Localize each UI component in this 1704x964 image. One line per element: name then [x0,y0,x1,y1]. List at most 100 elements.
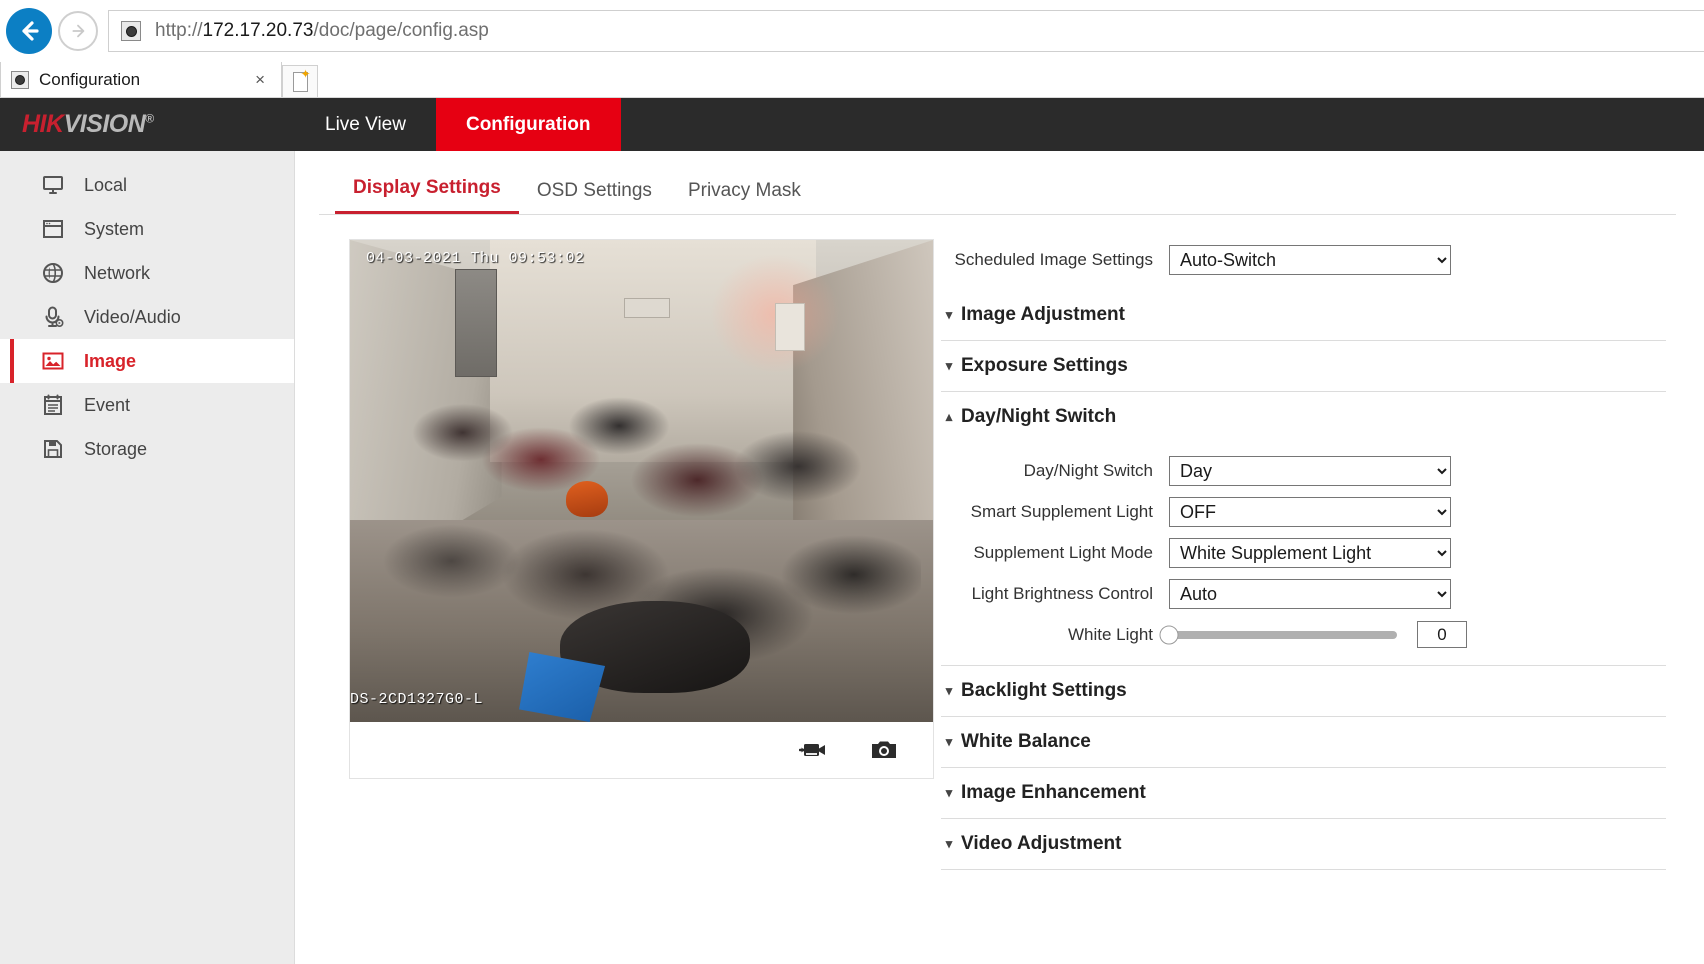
white-light-label: White Light [941,625,1169,645]
white-light-slider-thumb[interactable] [1160,625,1179,644]
chevron-up-icon: ▴ [941,409,957,425]
address-bar[interactable]: http://172.17.20.73/doc/page/config.asp [108,10,1704,52]
supplement-light-mode-select[interactable]: White Supplement Light [1169,538,1451,568]
logo-vision-text: VISION [64,110,146,138]
sidebar-item-network[interactable]: Network [0,251,294,295]
nav-item-configuration[interactable]: Configuration [436,98,621,151]
section-header-video-adjustment[interactable]: ▾ Video Adjustment [941,819,1666,870]
day-night-switch-body: Day/Night Switch Day Smart Supplement Li… [941,442,1666,666]
sidebar: Local System Network Video/Audio Image [0,151,295,964]
light-brightness-control-row: Light Brightness Control Auto [941,573,1666,614]
address-bar-text: http://172.17.20.73/doc/page/config.asp [155,20,489,42]
tab-favicon-icon [11,71,29,89]
record-video-icon[interactable] [799,739,829,761]
chevron-down-icon: ▾ [941,785,957,801]
sidebar-item-system[interactable]: System [0,207,294,251]
app-nav: Live View Configuration [295,98,621,151]
floppy-disk-icon [40,436,66,462]
light-brightness-control-select[interactable]: Auto [1169,579,1451,609]
picture-icon [40,348,66,374]
chevron-down-icon: ▾ [941,734,957,750]
sidebar-item-label: Video/Audio [84,307,181,328]
video-timestamp-overlay: 04-03-2021 Thu 09:53:02 [366,250,585,267]
preview-toolbar [350,722,933,778]
microphone-icon [40,304,66,330]
globe-icon [40,260,66,286]
content-area: Display Settings OSD Settings Privacy Ma… [295,151,1704,964]
section-header-backlight-settings[interactable]: ▾ Backlight Settings [941,666,1666,717]
settings-tab-bar: Display Settings OSD Settings Privacy Ma… [319,151,1676,215]
section-title: Image Enhancement [961,782,1146,804]
chevron-down-icon: ▾ [941,358,957,374]
section-title: White Balance [961,731,1091,753]
calendar-icon [40,392,66,418]
sidebar-item-storage[interactable]: Storage [0,427,294,471]
sidebar-item-label: Local [84,175,127,196]
sidebar-item-local[interactable]: Local [0,163,294,207]
chevron-down-icon: ▾ [941,836,957,852]
white-light-row: White Light 0 [941,614,1666,655]
sidebar-item-image[interactable]: Image [0,339,294,383]
preview-column: 04-03-2021 Thu 09:53:02 DS-2CD1327G0-L [319,239,909,870]
browser-chrome: http://172.17.20.73/doc/page/config.asp … [0,0,1704,98]
white-light-value-input[interactable]: 0 [1417,621,1467,648]
scene-helmet [566,481,608,517]
site-favicon-icon [121,21,141,41]
section-title: Exposure Settings [961,355,1128,377]
white-light-slider[interactable] [1169,631,1397,639]
video-camera-model-overlay: DS-2CD1327G0-L [350,691,483,708]
monitor-icon [40,172,66,198]
new-tab-button[interactable]: ✦ [282,65,318,97]
back-arrow-icon[interactable] [6,8,52,54]
settings-column: Scheduled Image Settings Auto-Switch ▾ I… [909,239,1676,870]
section-header-image-adjustment[interactable]: ▾ Image Adjustment [941,290,1666,341]
day-night-switch-row: Day/Night Switch Day [941,450,1666,491]
scene-door [455,269,497,377]
day-night-switch-label: Day/Night Switch [941,461,1169,481]
app-header: HIKVISION® Live View Configuration [0,98,1704,151]
sidebar-item-label: Network [84,263,150,284]
logo-hik-text: HIK [22,110,64,138]
sidebar-item-label: Storage [84,439,147,460]
smart-supplement-light-select[interactable]: OFF [1169,497,1451,527]
close-icon[interactable]: × [249,70,271,90]
sidebar-item-event[interactable]: Event [0,383,294,427]
smart-supplement-light-label: Smart Supplement Light [941,502,1169,522]
sidebar-item-label: Image [84,351,136,372]
browser-tab-strip: Configuration × ✦ [0,62,1704,98]
nav-item-live-view[interactable]: Live View [295,98,436,151]
scheduled-image-settings-row: Scheduled Image Settings Auto-Switch [941,239,1666,280]
section-header-white-balance[interactable]: ▾ White Balance [941,717,1666,768]
browser-nav-bar: http://172.17.20.73/doc/page/config.asp [0,0,1704,62]
day-night-switch-select[interactable]: Day [1169,456,1451,486]
chevron-down-icon: ▾ [941,683,957,699]
tab-privacy-mask[interactable]: Privacy Mask [670,180,819,214]
page-body: Local System Network Video/Audio Image [0,151,1704,964]
light-brightness-control-label: Light Brightness Control [941,584,1169,604]
forward-arrow-icon[interactable] [58,11,98,51]
browser-tab-title: Configuration [39,70,249,90]
browser-tab-configuration[interactable]: Configuration × [0,61,282,97]
scheduled-image-settings-select[interactable]: Auto-Switch [1169,245,1451,275]
scene-wall-sign [624,298,670,318]
hikvision-logo: HIKVISION® [0,98,295,151]
panes: 04-03-2021 Thu 09:53:02 DS-2CD1327G0-L [319,215,1676,870]
section-title: Backlight Settings [961,680,1127,702]
smart-supplement-light-row: Smart Supplement Light OFF [941,491,1666,532]
section-header-day-night-switch[interactable]: ▴ Day/Night Switch [941,392,1666,442]
tab-display-settings[interactable]: Display Settings [335,177,519,214]
section-title: Image Adjustment [961,304,1125,326]
scheduled-image-settings-label: Scheduled Image Settings [941,250,1169,270]
sidebar-item-video-audio[interactable]: Video/Audio [0,295,294,339]
snapshot-camera-icon[interactable] [869,738,899,762]
live-video-preview[interactable]: 04-03-2021 Thu 09:53:02 DS-2CD1327G0-L [350,240,933,722]
white-light-slider-row: 0 [1169,621,1467,648]
supplement-light-mode-label: Supplement Light Mode [941,543,1169,563]
scene-wall-panel [775,303,805,351]
tab-osd-settings[interactable]: OSD Settings [519,180,670,214]
logo-registered-icon: ® [145,112,153,126]
sidebar-item-label: Event [84,395,130,416]
section-title: Day/Night Switch [961,406,1116,428]
section-header-image-enhancement[interactable]: ▾ Image Enhancement [941,768,1666,819]
section-header-exposure-settings[interactable]: ▾ Exposure Settings [941,341,1666,392]
